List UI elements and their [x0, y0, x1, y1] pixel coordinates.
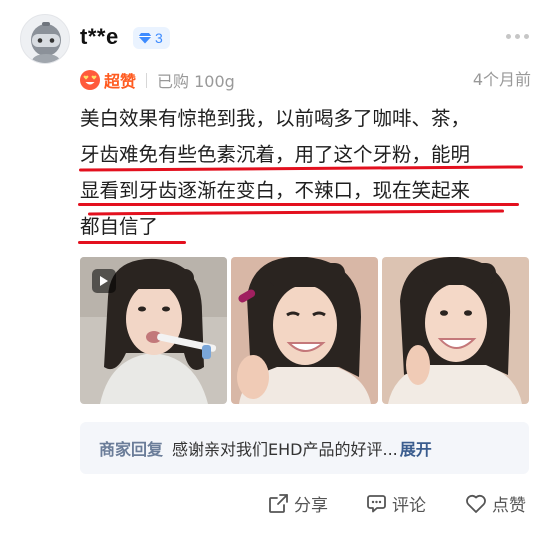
share-label: 分享: [294, 495, 328, 516]
heart-eyes-emoji-icon: [80, 70, 100, 90]
photo-girl-showing-teeth: [382, 257, 529, 404]
more-options-icon[interactable]: [506, 34, 529, 39]
merchant-reply-text: 感谢亲对我们EHD产品的好评...: [172, 440, 398, 459]
review-timestamp: 4个月前: [472, 70, 531, 89]
share-button[interactable]: 分享: [268, 490, 328, 516]
purchase-info: 已购 100g: [157, 72, 235, 91]
heart-icon: [466, 494, 486, 513]
highlight-underline: [78, 241, 186, 244]
divider: [146, 72, 148, 88]
play-icon: [92, 269, 116, 293]
expand-reply-link[interactable]: 展开: [400, 436, 432, 460]
username[interactable]: t**e: [80, 24, 119, 50]
level-badge: 3: [133, 27, 170, 49]
review-photo[interactable]: [231, 257, 378, 404]
review-meta: 超赞 已购 100g: [80, 68, 235, 92]
review-video-thumbnail[interactable]: [80, 257, 227, 404]
review-photo[interactable]: [382, 257, 529, 404]
comment-button[interactable]: 评论: [366, 490, 426, 516]
avatar[interactable]: [20, 14, 70, 64]
review-line: 美白效果有惊艳到我，以前喝多了咖啡、茶，: [80, 107, 471, 130]
merchant-reply[interactable]: 商家回复 感谢亲对我们EHD产品的好评... 展开: [80, 422, 529, 474]
share-icon: [269, 493, 288, 513]
robot-avatar-icon: [31, 22, 61, 63]
diamond-icon: [138, 33, 152, 44]
like-button[interactable]: 点赞: [465, 490, 526, 516]
highlight-underline: [78, 203, 519, 206]
review-text: 美白效果有惊艳到我，以前喝多了咖啡、茶， 牙齿难免有些色素沉着，用了这个牙粉，能…: [80, 101, 530, 245]
like-label: 点赞: [492, 495, 526, 516]
comment-label: 评论: [392, 495, 426, 516]
rating-label: 超赞: [104, 72, 137, 91]
comment-icon: [367, 494, 386, 512]
photo-smiling-girl: [231, 257, 378, 404]
merchant-reply-label: 商家回复: [99, 440, 164, 459]
level-number: 3: [155, 30, 163, 46]
